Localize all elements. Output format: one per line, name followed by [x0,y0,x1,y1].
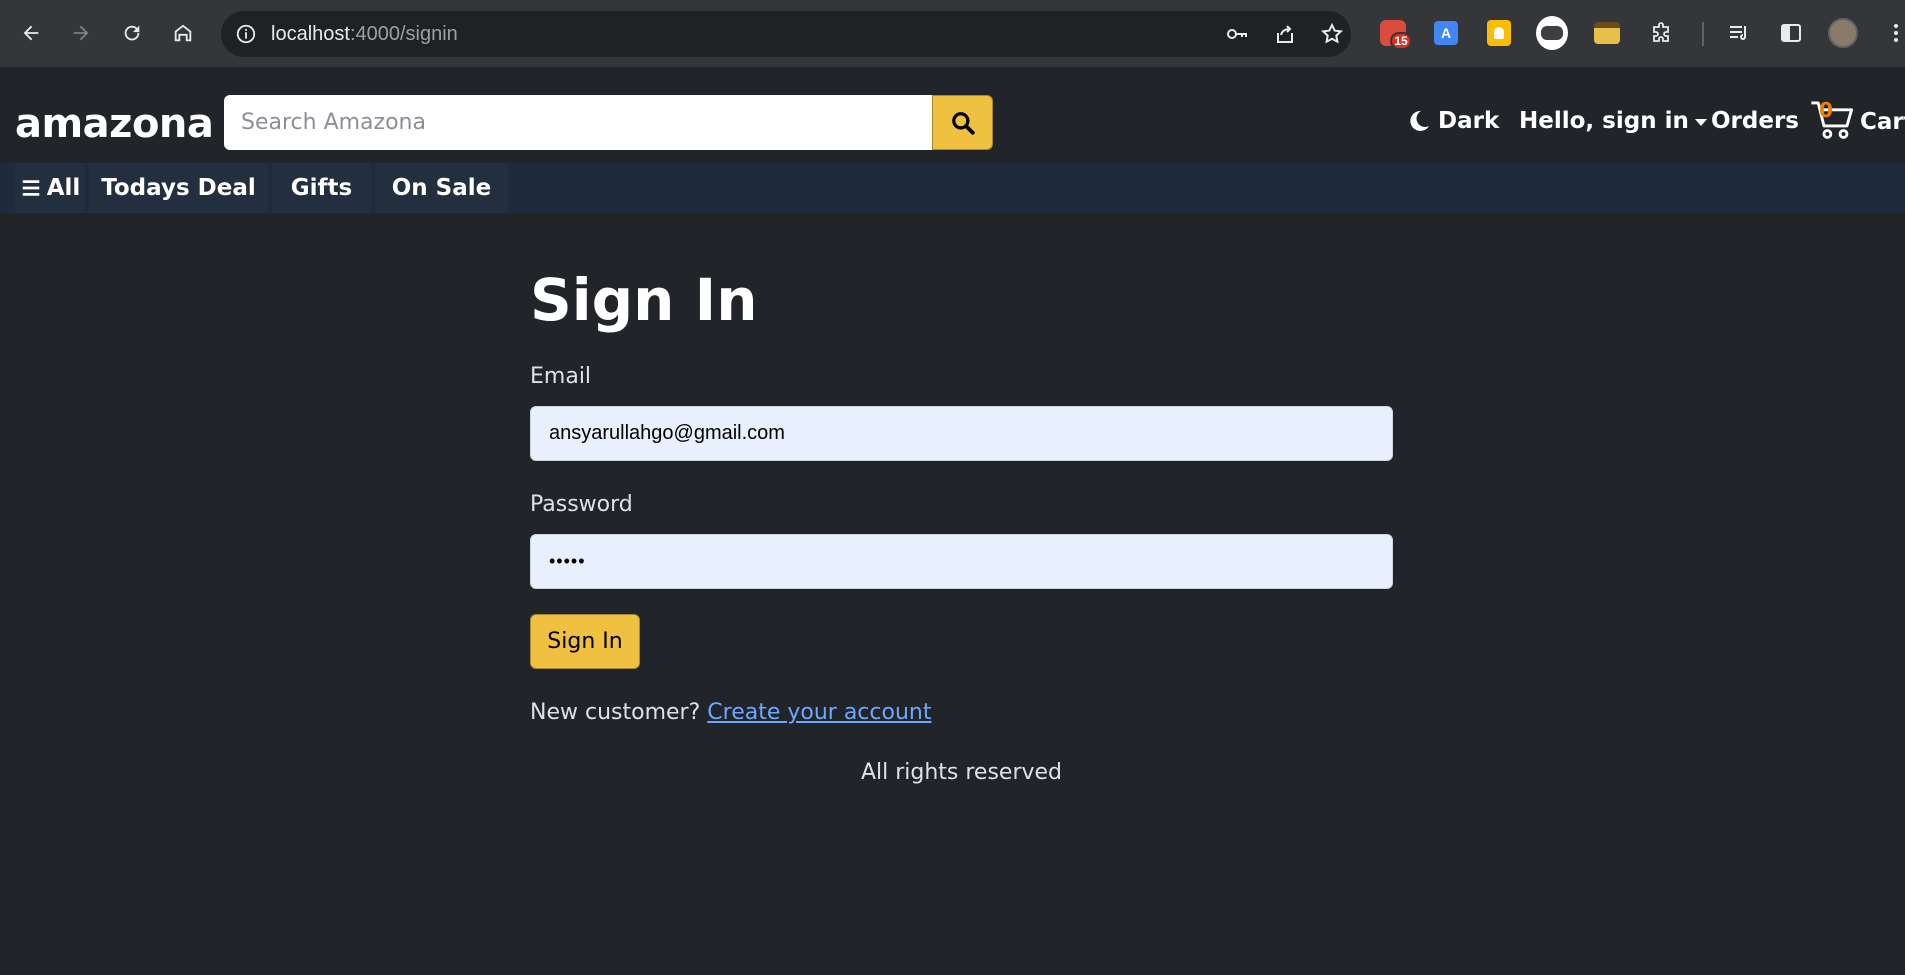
home-icon[interactable] [164,14,202,52]
browser-toolbar: localhost:4000/signin 15 A [0,0,1905,68]
theme-toggle[interactable]: Dark [1407,108,1499,134]
theme-label: Dark [1438,108,1500,134]
url-path: :4000/signin [349,23,458,45]
moon-icon [1410,110,1429,131]
bookmark-star-icon[interactable] [1320,22,1344,46]
all-label: All [46,175,81,201]
footer-text: All rights reserved [860,760,1063,785]
url-host: localhost [271,23,350,45]
page-title: Sign In [530,266,758,334]
forward-icon[interactable] [62,14,100,52]
profile-avatar[interactable] [1827,17,1859,49]
email-label: Email [530,364,592,389]
extensions-puzzle-icon[interactable] [1645,17,1677,49]
create-account-link[interactable]: Create your account [707,700,931,725]
email-field[interactable]: ansyarullahgo@gmail.com [530,406,1393,461]
keep-extension-icon[interactable] [1483,17,1515,49]
subnav-item-on-sale[interactable]: On Sale [375,163,508,213]
all-categories-button[interactable]: All [15,163,85,213]
subnav-item-todays-deal[interactable]: Todays Deal [89,163,268,213]
toolbar-divider [1702,22,1704,46]
reload-icon[interactable] [113,14,151,52]
sub-navigation: All Todays Deal Gifts On Sale [0,163,1905,213]
yellow-extension-icon[interactable] [1591,17,1623,49]
new-customer-prompt: New customer? Create your account [530,700,931,725]
todoist-extension-icon[interactable]: 15 [1377,17,1412,50]
subnav-item-gifts[interactable]: Gifts [272,163,371,213]
cart-label: Cart [1860,109,1905,135]
account-label: Hello, sign in [1519,108,1689,134]
media-queue-icon[interactable] [1723,17,1755,49]
url-text: localhost:4000/signin [271,23,458,46]
orders-link[interactable]: Orders [1711,108,1799,134]
account-dropdown[interactable]: Hello, sign in [1519,108,1707,134]
back-icon[interactable] [12,14,50,52]
share-icon[interactable] [1273,22,1297,46]
search-icon [951,111,975,135]
new-customer-text: New customer? [530,700,701,725]
brand-logo[interactable]: amazona [15,101,214,147]
password-field[interactable]: ••••• [530,534,1393,589]
cart-count-badge: 0 [1819,98,1833,122]
site-info-icon[interactable] [235,23,257,45]
key-icon[interactable] [1225,22,1249,46]
extension-badge: 15 [1390,32,1412,50]
chevron-down-icon [1694,118,1707,126]
password-label: Password [530,492,633,517]
avatar-extension-icon[interactable] [1536,16,1568,50]
address-bar[interactable]: localhost:4000/signin [221,11,1351,57]
search-input[interactable] [224,95,933,150]
search-button[interactable] [932,95,993,150]
site-header: amazona Dark Hello, sign in Orders Cart … [0,68,1905,163]
sign-in-button[interactable]: Sign In [530,614,640,669]
orders-label: Orders [1711,108,1799,134]
side-panel-icon[interactable] [1775,17,1807,49]
hamburger-icon [22,180,39,196]
translate-extension-icon[interactable]: A [1430,17,1462,49]
browser-menu-icon[interactable] [1880,17,1905,49]
